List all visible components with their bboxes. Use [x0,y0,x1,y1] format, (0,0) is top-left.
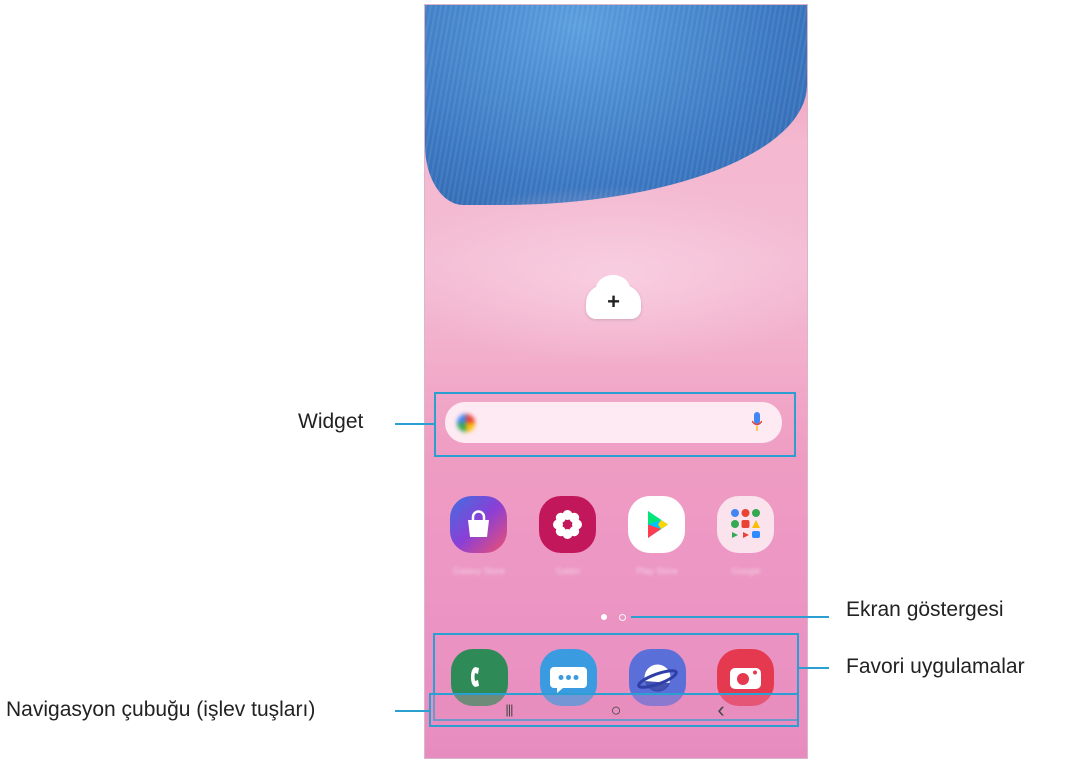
page-indicator-line [631,616,829,618]
page-indicator-callout: Ekran göstergesi [846,598,1004,621]
app-label: Galeri [555,566,580,576]
wallpaper-fur [425,5,807,205]
app-gallery[interactable] [539,496,596,553]
play-store-icon [648,511,668,538]
add-widget-button[interactable]: + [586,275,641,319]
add-icon: + [607,289,620,314]
galaxy-store-icon [468,510,489,537]
app-google-folder[interactable] [717,496,774,553]
app-galaxy-store[interactable] [450,496,507,553]
app-label: Galaxy Store [452,566,506,576]
widget-highlight [434,392,796,457]
favorites-callout: Favori uygulamalar [846,655,1025,678]
page-dot[interactable] [619,614,626,621]
navigation-callout: Navigasyon çubuğu (işlev tuşları) [6,698,316,721]
google-folder-icon [731,509,760,538]
navigation-highlight [429,693,799,727]
widget-line [395,423,434,425]
app-label: Play Store [636,566,678,576]
gallery-icon [553,510,582,539]
favorites-line [799,667,829,669]
app-play-store[interactable] [628,496,685,553]
app-label: Google [731,566,761,576]
widget-callout: Widget [298,410,364,433]
navigation-line [395,710,429,712]
page-dot-active[interactable] [601,614,607,620]
